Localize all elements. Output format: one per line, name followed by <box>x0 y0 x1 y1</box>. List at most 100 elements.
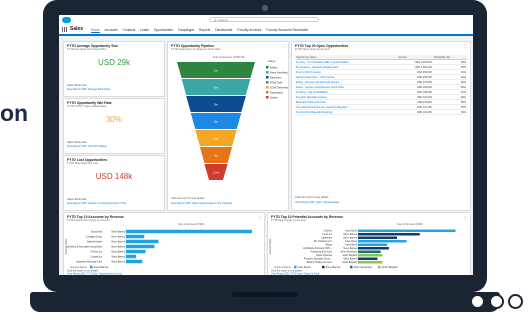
funnel-value-label: 0m <box>214 154 219 158</box>
legend-label: Justin Bayfield <box>382 266 399 269</box>
legend-swatch <box>266 81 269 84</box>
view-report-link[interactable]: View Report (DD: Open Opportunities) <box>295 201 339 204</box>
laptop-base <box>0 288 529 320</box>
bar <box>358 240 407 243</box>
funnel-axis-title: Sum of Amount (USD) 3k <box>213 55 245 59</box>
owner-label: Steve Barnes <box>111 261 126 264</box>
owner-label: John Henderson <box>340 250 358 253</box>
category-label: Lightbeam <box>321 236 332 239</box>
owner-label: Steve Barnes <box>343 257 358 260</box>
pipeline-card: FYTD Opportunity Pipeline FYTD Oppts Ope… <box>167 41 289 211</box>
nav-tabs: Home Accounts Contacts Leads Opportuniti… <box>91 28 308 33</box>
category-label: Cherflux <box>323 229 332 232</box>
top20-card: FYTD Top 20 Open Opportunities FYTD Open… <box>291 41 471 211</box>
bar <box>358 261 383 264</box>
bar <box>126 234 145 239</box>
bar <box>358 233 420 236</box>
card-footer: Adjust Bookmark <box>67 84 87 87</box>
legend-swatch <box>266 71 269 74</box>
bar <box>126 239 159 244</box>
camera-icon <box>262 5 268 11</box>
card-subtitle: FYTD Total Oppty $ & Lost <box>67 162 98 165</box>
funnel-value-label: 5m <box>214 86 219 90</box>
category-label: Aspen Libraries <box>316 254 333 257</box>
bar <box>358 236 397 239</box>
potential-accounts-card: FYTD Top 10 Potential Accounts by Revenu… <box>267 212 471 275</box>
tab-accounts[interactable]: Accounts <box>105 28 118 33</box>
tab-leads[interactable]: Leads <box>140 28 149 33</box>
funnel-value-label: 1m <box>214 69 219 73</box>
owner-label: Yuan Morse <box>345 243 358 246</box>
legend-label: Negotiation <box>270 90 284 94</box>
bar <box>358 250 381 253</box>
app-launcher-icon[interactable] <box>62 27 67 32</box>
legend-swatch <box>266 96 269 99</box>
legend-label: John Henderson <box>354 266 373 269</box>
expand-icon[interactable]: ⛶ <box>464 44 467 49</box>
bar <box>358 254 383 257</box>
tab-reports[interactable]: Reports <box>199 28 210 33</box>
tab-dashboards[interactable]: Dashboards <box>215 28 232 33</box>
bar <box>358 247 389 250</box>
card-subtitle: FYTD # Won / Opps Closed Sales <box>67 105 107 108</box>
funnel-value-label: 1m <box>214 137 219 141</box>
legend-swatch <box>322 265 325 269</box>
category-label: Freedom Specialty Servic... <box>304 257 332 260</box>
bar <box>358 257 378 260</box>
tab-opportunities[interactable]: Opportunities <box>154 28 173 33</box>
legend-label: Verbal <box>270 95 278 99</box>
owner-label: Steve Barnes <box>343 247 358 250</box>
bar <box>358 229 456 232</box>
card-footer: Click the report to see details <box>295 196 329 199</box>
opportunity-name-cell[interactable]: Fresh LOGO Material Monitoring <box>295 109 398 116</box>
card-subtitle: FYTD Avg Oppty Amt Closed Won <box>67 48 107 51</box>
category-label: Bettis's Hosting Services <box>307 261 333 264</box>
view-report-link[interactable]: View Report (DD: Average Deal Size) <box>67 88 110 91</box>
bar <box>126 244 155 249</box>
tab-contacts[interactable]: Contacts <box>123 28 136 33</box>
category-label: Chemix Inc <box>91 252 103 254</box>
won-accounts-bar-chart: Sum of Amount (USD)Account NameSpectrela… <box>65 222 252 276</box>
table-row[interactable]: Fresh LOGO Material Monitoring USD 100,00… <box>295 109 467 116</box>
card-subtitle: FYTD Open Oppty by Account <box>295 48 330 51</box>
category-label: LightGuide (Formerly OPS... <box>303 247 332 250</box>
owner-label: Steve Barnes <box>111 251 126 254</box>
owner-label: Steve Barnes <box>343 236 358 239</box>
category-label: Spectrelab <box>91 231 103 234</box>
legend-swatch <box>350 265 353 269</box>
lost-card: FYTD Lost Opportunities FYTD Total Oppty… <box>63 155 165 211</box>
tab-campaigns[interactable]: Campaigns <box>178 28 194 33</box>
category-label: Advancing Eval Care <box>311 250 333 253</box>
avg-size-card: FYTD Average Opportunity Size FYTD Avg O… <box>63 41 165 97</box>
legend-swatch <box>294 265 297 269</box>
funnel-value-label: 1.6m <box>213 171 220 175</box>
legend-swatch <box>90 265 93 269</box>
category-label: Biofield Health <box>87 241 103 244</box>
tab-invoices[interactable]: Forcoity Invoices <box>237 28 261 33</box>
x-axis-title: Sum of Amount (USD) <box>178 222 204 226</box>
owner-label: Justin Bayfield <box>342 261 358 264</box>
category-label: Coastal Inc <box>91 256 103 259</box>
legend-label: Discovery <box>270 75 282 79</box>
won-accounts-card: FYTD Top 10 Accounts by Revenue FYTD Clo… <box>63 212 265 275</box>
view-report-link[interactable]: View Report (DD: Closed Lost Opportuniti… <box>67 202 126 205</box>
laptop-notch <box>232 292 298 297</box>
tab-home[interactable]: Home <box>91 28 100 33</box>
salesforce-logo-icon[interactable] <box>62 17 71 23</box>
y-axis-title: Account Name <box>269 238 272 254</box>
owner-label: Justin Bayfield <box>342 254 358 257</box>
bar <box>126 229 252 234</box>
bar <box>126 259 143 264</box>
tab-receivable[interactable]: Forcoity Accounts Receivable <box>266 28 308 33</box>
view-report-link[interactable]: View Report (DD: Open Opportunities in t… <box>171 202 232 205</box>
view-report-link[interactable]: View Report (DD: Total Win Rates) <box>67 145 107 148</box>
more-dots-icon <box>470 294 527 314</box>
view-report-link: View Report (DD: FYTD Won Opportunities … <box>67 273 122 276</box>
owner-label: Steve Barnes <box>111 246 126 249</box>
owner-label: Steve Barnes <box>111 241 126 244</box>
global-search-input[interactable]: Q, Search... <box>209 17 319 22</box>
x-axis-title: Sum of Amount (USD) <box>397 222 423 226</box>
category-label: Apparition Mountain Club <box>76 261 103 264</box>
legend-swatch <box>266 66 269 69</box>
potential-accounts-bar-chart: Sum of Amount (USD) Account Name Cherflux Y… <box>269 222 456 275</box>
